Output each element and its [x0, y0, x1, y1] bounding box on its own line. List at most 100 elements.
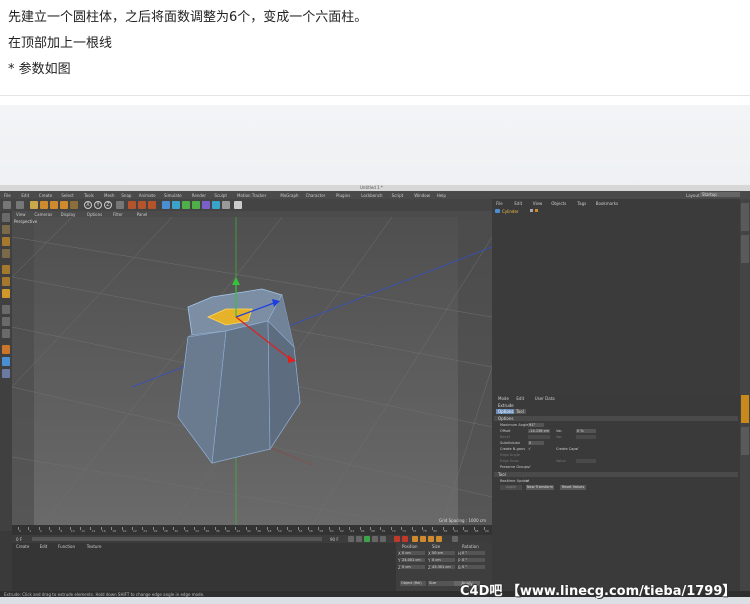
object-menu-objects[interactable]: Objects	[551, 201, 566, 206]
light-icon[interactable]	[234, 201, 242, 209]
tab-tool[interactable]: Tool	[514, 409, 526, 414]
redo-icon[interactable]	[16, 201, 24, 209]
polygons-mode-icon[interactable]	[2, 289, 10, 298]
coord-field[interactable]: 50 cm	[431, 551, 455, 555]
render-settings-icon[interactable]	[148, 201, 156, 209]
undo-icon[interactable]	[3, 201, 11, 209]
spline-icon[interactable]	[172, 201, 180, 209]
menu-item-sculpt[interactable]: Sculpt	[214, 193, 227, 198]
object-row-cylinder[interactable]: Cylinder	[494, 208, 738, 214]
value-field[interactable]	[576, 459, 596, 463]
layout-select[interactable]: Startup	[700, 192, 740, 197]
visibility-dot-icon[interactable]	[530, 209, 533, 212]
material-menu-create[interactable]: Create	[16, 544, 29, 549]
menu-item-tools[interactable]: Tools	[84, 193, 94, 198]
menu-item-window[interactable]: Window	[414, 193, 430, 198]
solo-icon[interactable]	[2, 345, 10, 354]
go-to-start-icon[interactable]	[348, 536, 354, 542]
timeline-settings-icon[interactable]	[452, 536, 458, 542]
planar-workplane-icon[interactable]	[2, 369, 10, 378]
coordinate-mode-select[interactable]: Object (Rel)	[400, 581, 426, 586]
menu-item-select[interactable]: Select	[61, 193, 73, 198]
previous-key-icon[interactable]	[356, 536, 362, 542]
rotate-tool-icon[interactable]	[60, 201, 68, 209]
material-menu-function[interactable]: Function	[58, 544, 75, 549]
record-icon[interactable]	[394, 536, 400, 542]
tab-options[interactable]: Options	[496, 409, 516, 414]
attribute-menu-edit[interactable]: Edit	[516, 396, 524, 401]
new-transform-button[interactable]: New Transform	[526, 485, 554, 490]
next-key-icon[interactable]	[372, 536, 378, 542]
scale-key-icon[interactable]	[428, 536, 434, 542]
var-field[interactable]: 0 %	[576, 429, 596, 433]
frame-end-field[interactable]: 90 F	[330, 537, 339, 542]
coord-field[interactable]: 24.001 cm	[401, 558, 425, 562]
object-menu-bookmarks[interactable]: Bookmarks	[596, 201, 618, 206]
select-tool-icon[interactable]	[30, 201, 38, 209]
coord-field[interactable]: 43.301 cm	[431, 565, 455, 569]
reset-values-button[interactable]: Reset Values	[560, 485, 586, 490]
object-menu-file[interactable]: File	[496, 201, 503, 206]
menu-item-plugins[interactable]: Plugins	[336, 193, 350, 198]
menu-item-mograph[interactable]: MoGraph	[280, 193, 298, 198]
menu-item-script[interactable]: Script	[392, 193, 404, 198]
y-axis-lock-icon[interactable]: Y	[94, 201, 102, 209]
menu-item-render[interactable]: Render	[192, 193, 206, 198]
deformer-icon[interactable]	[202, 201, 210, 209]
content-browser-side-tab[interactable]	[741, 235, 749, 263]
go-to-end-icon[interactable]	[380, 536, 386, 542]
attribute-menu-user-data[interactable]: User Data	[535, 396, 555, 401]
scene-icon[interactable]	[212, 201, 220, 209]
camera-icon[interactable]	[222, 201, 230, 209]
menu-item-file[interactable]: File	[4, 193, 11, 198]
tweak-mode-icon[interactable]	[2, 317, 10, 326]
size-mode-select[interactable]: Size	[428, 581, 454, 586]
tool-apply-button[interactable]: Apply	[500, 485, 522, 490]
model-mode-icon[interactable]	[2, 225, 10, 234]
objects-side-tab[interactable]	[741, 203, 749, 231]
preserve-groups-checkbox[interactable]: ✓	[528, 464, 531, 469]
layers-side-tab[interactable]	[741, 427, 749, 455]
material-menu-texture[interactable]: Texture	[87, 544, 102, 549]
create-ngons-checkbox[interactable]: ✓	[528, 446, 531, 451]
menu-item-edit[interactable]: Edit	[21, 193, 29, 198]
nurbs-icon[interactable]	[182, 201, 190, 209]
material-menu-edit[interactable]: Edit	[40, 544, 48, 549]
lock-workplane-icon[interactable]	[2, 357, 10, 366]
workplane-icon[interactable]	[2, 249, 10, 258]
menu-item-help[interactable]: Help	[437, 193, 446, 198]
points-mode-icon[interactable]	[2, 265, 10, 274]
rotation-key-icon[interactable]	[436, 536, 442, 542]
timeline-ruler[interactable]: 0 2 4 6 8 10 12 14 16 18 20 22 24 26 28 30 32 34 36 38 40 42 4…	[12, 525, 492, 535]
axis-mode-icon[interactable]	[2, 305, 10, 314]
subdivision-field[interactable]: 0	[528, 441, 544, 445]
render-view-icon[interactable]	[128, 201, 136, 209]
edges-mode-icon[interactable]	[2, 277, 10, 286]
coord-field[interactable]: 0 cm	[401, 565, 425, 569]
menu-item-simulate[interactable]: Simulate	[164, 193, 182, 198]
phong-tag-icon[interactable]	[535, 209, 538, 212]
z-axis-lock-icon[interactable]: Z	[104, 201, 112, 209]
make-editable-icon[interactable]	[2, 213, 10, 222]
menu-item-snap[interactable]: Snap	[121, 193, 131, 198]
menu-item-character[interactable]: Character	[306, 193, 326, 198]
coord-field[interactable]: 0 °	[461, 551, 485, 555]
autokey-icon[interactable]	[402, 536, 408, 542]
coord-field[interactable]: 0 °	[461, 558, 485, 562]
realtime-update-checkbox[interactable]: ✓	[526, 478, 529, 483]
live-selection-icon[interactable]	[70, 201, 78, 209]
texture-mode-icon[interactable]	[2, 237, 10, 246]
play-icon[interactable]	[364, 536, 370, 542]
menu-item-create[interactable]: Create	[39, 193, 52, 198]
scale-tool-icon[interactable]	[50, 201, 58, 209]
create-caps-checkbox[interactable]: ✓	[576, 446, 579, 451]
attributes-side-tab[interactable]	[741, 395, 749, 423]
offset-field[interactable]: -14.138 cm	[528, 429, 550, 433]
attribute-menu-mode[interactable]: Mode	[498, 396, 509, 401]
frame-start-field[interactable]: 0 F	[16, 537, 22, 542]
move-tool-icon[interactable]	[40, 201, 48, 209]
x-axis-lock-icon[interactable]: X	[84, 201, 92, 209]
menu-item-lockbench[interactable]: Lockbench	[361, 193, 382, 198]
object-menu-edit[interactable]: Edit	[514, 201, 522, 206]
bevel-field[interactable]	[528, 435, 550, 439]
